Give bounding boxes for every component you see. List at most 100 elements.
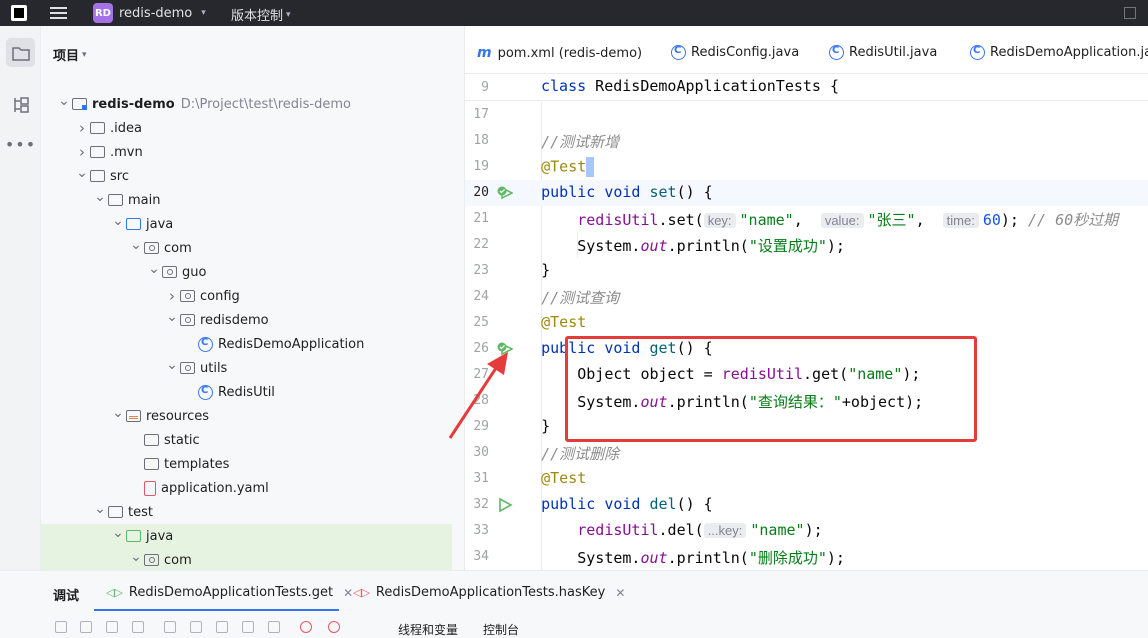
tree-item[interactable]: ⌄ com bbox=[41, 548, 452, 572]
rerun-failed-icon[interactable] bbox=[80, 621, 92, 633]
tree-item[interactable]: › config bbox=[41, 284, 452, 308]
code-line[interactable]: 34 System.out.println("删除成功"); bbox=[465, 544, 1148, 570]
step-over-icon[interactable] bbox=[216, 621, 228, 633]
tree-item[interactable]: › .mvn bbox=[41, 140, 452, 164]
code-token: out bbox=[640, 237, 668, 255]
tree-item[interactable]: ⌄ redis-demo D:\Project\test\redis-demo bbox=[41, 92, 452, 116]
project-switcher[interactable]: RD redis-demo ▾ bbox=[93, 3, 206, 23]
debug-tab-get[interactable]: ◁▷ RedisDemoApplicationTests.get ✕ bbox=[106, 585, 353, 600]
window-control-icon[interactable] bbox=[1124, 7, 1136, 19]
code-line[interactable]: 20 public void set() { bbox=[465, 180, 1148, 206]
code-text: @Test bbox=[505, 313, 586, 331]
main-menu-icon[interactable] bbox=[50, 4, 67, 22]
chevron-down-icon: ▾ bbox=[286, 9, 291, 20]
chevron-down-icon[interactable]: ⌄ bbox=[128, 237, 144, 253]
code-line[interactable]: 23 } bbox=[465, 258, 1148, 284]
tree-item[interactable]: ⌄ test bbox=[41, 500, 452, 524]
chevron-down-icon[interactable]: ⌄ bbox=[110, 525, 126, 541]
more-tools-button[interactable]: ••• bbox=[5, 130, 35, 159]
tree-item[interactable]: › .idea bbox=[41, 116, 452, 140]
class-icon bbox=[198, 384, 213, 400]
code-line[interactable]: 32 public void del() { bbox=[465, 492, 1148, 518]
tree-item[interactable]: templates bbox=[41, 452, 452, 476]
code-text: //测试查询 bbox=[505, 287, 619, 308]
tree-item[interactable]: ⌄ main bbox=[41, 188, 452, 212]
debug-tab-haskey[interactable]: ◁▷ RedisDemoApplicationTests.hasKey ✕ bbox=[353, 585, 625, 600]
code-line[interactable]: 33 redisUtil.del(...key: "name"); bbox=[465, 518, 1148, 544]
rerun-icon[interactable] bbox=[55, 621, 67, 633]
code-token: "张三" bbox=[867, 211, 916, 229]
code-line[interactable]: 19 @Test bbox=[465, 154, 1148, 180]
tree-item[interactable]: ⌄ resources bbox=[41, 404, 452, 428]
chevron-down-icon[interactable]: ⌄ bbox=[146, 261, 162, 277]
step-into-icon[interactable] bbox=[242, 621, 254, 633]
stop-icon[interactable] bbox=[132, 621, 144, 633]
chevron-down-icon[interactable]: ⌄ bbox=[164, 357, 180, 373]
line-number: 18 bbox=[473, 133, 489, 148]
tree-item-label: utils bbox=[200, 360, 228, 376]
pause-icon[interactable] bbox=[190, 621, 202, 633]
chevron-right-icon[interactable]: › bbox=[164, 287, 180, 305]
code-line[interactable]: 30 //测试删除 bbox=[465, 440, 1148, 466]
tree-item[interactable]: ⌄ java bbox=[41, 524, 452, 548]
editor-tab[interactable]: RedisDemoApplication.java bbox=[970, 45, 1148, 60]
chevron-down-icon[interactable]: ⌄ bbox=[56, 93, 72, 109]
code-line[interactable]: 21 redisUtil.set(key: "name", value: "张三",… bbox=[465, 206, 1148, 232]
tree-item[interactable]: application.yaml bbox=[41, 476, 452, 500]
sticky-header: 9 class RedisDemoApplicationTests { bbox=[465, 74, 1148, 101]
chevron-down-icon[interactable]: ⌄ bbox=[128, 549, 144, 565]
code-line[interactable]: 22 System.out.println("设置成功"); bbox=[465, 232, 1148, 258]
chevron-down-icon[interactable]: ⌄ bbox=[164, 309, 180, 325]
tree-item[interactable]: ⌄ guo bbox=[41, 260, 452, 284]
view-breakpoints-icon[interactable] bbox=[300, 621, 312, 633]
editor-tab[interactable]: m pom.xml (redis-demo) bbox=[477, 45, 642, 61]
code-editor[interactable]: m pom.xml (redis-demo) RedisConfig.java Red… bbox=[464, 26, 1148, 570]
tree-item[interactable]: RedisUtil bbox=[41, 380, 452, 404]
mute-breakpoints-icon[interactable] bbox=[328, 621, 340, 633]
editor-tab[interactable]: RedisUtil.java bbox=[829, 45, 937, 60]
line-number: 30 bbox=[473, 445, 489, 460]
tree-item[interactable]: ⌄ redisdemo bbox=[41, 308, 452, 332]
chevron-down-icon[interactable]: ⌄ bbox=[92, 189, 108, 205]
chevron-down-icon[interactable]: ⌄ bbox=[110, 405, 126, 421]
project-tool-button[interactable] bbox=[6, 38, 35, 67]
chevron-down-icon[interactable]: ⌄ bbox=[92, 501, 108, 517]
step-out-icon[interactable] bbox=[268, 621, 280, 633]
tree-item[interactable]: ⌄ utils bbox=[41, 356, 452, 380]
line-number: 33 bbox=[473, 523, 489, 538]
resume-icon[interactable] bbox=[164, 621, 176, 633]
vcs-menu[interactable]: 版本控制 ▾ bbox=[231, 5, 291, 24]
debug-title: 调试 bbox=[53, 589, 80, 604]
code-line[interactable]: 24 //测试查询 bbox=[465, 284, 1148, 310]
close-icon[interactable]: ✕ bbox=[343, 586, 353, 600]
project-panel-header[interactable]: 项目 ▾ bbox=[53, 45, 87, 64]
code-token: //测试查询 bbox=[505, 289, 620, 307]
code-text: //测试删除 bbox=[505, 443, 619, 464]
sticky-keyword: class bbox=[541, 77, 587, 95]
tree-item[interactable]: ⌄ com bbox=[41, 236, 452, 260]
chevron-right-icon[interactable]: › bbox=[74, 143, 90, 161]
code-line[interactable]: 18 //测试新增 bbox=[465, 128, 1148, 154]
line-number: 24 bbox=[473, 289, 489, 304]
tree-item[interactable]: RedisDemoApplication bbox=[41, 332, 452, 356]
tree-item[interactable]: ⌄ java bbox=[41, 212, 452, 236]
code-line[interactable]: 25 @Test bbox=[465, 310, 1148, 336]
close-icon[interactable]: ✕ bbox=[615, 586, 625, 600]
code-line[interactable]: 17 bbox=[465, 102, 1148, 128]
code-text: @Test bbox=[505, 469, 586, 487]
structure-tool-button[interactable] bbox=[6, 90, 35, 119]
editor-tab[interactable]: RedisConfig.java bbox=[671, 45, 799, 60]
tree-item-label: com bbox=[164, 240, 192, 256]
chevron-down-icon[interactable]: ⌄ bbox=[110, 213, 126, 229]
code-text: public void del() { bbox=[505, 495, 713, 513]
chevron-right-icon[interactable]: › bbox=[74, 119, 90, 137]
chevron-down-icon[interactable]: ⌄ bbox=[74, 165, 90, 181]
restart-icon[interactable] bbox=[106, 621, 118, 633]
tree-item[interactable]: ⌄ src bbox=[41, 164, 452, 188]
code-line[interactable]: 31 @Test bbox=[465, 466, 1148, 492]
tree-item[interactable]: static bbox=[41, 428, 452, 452]
folder-icon bbox=[144, 434, 159, 446]
